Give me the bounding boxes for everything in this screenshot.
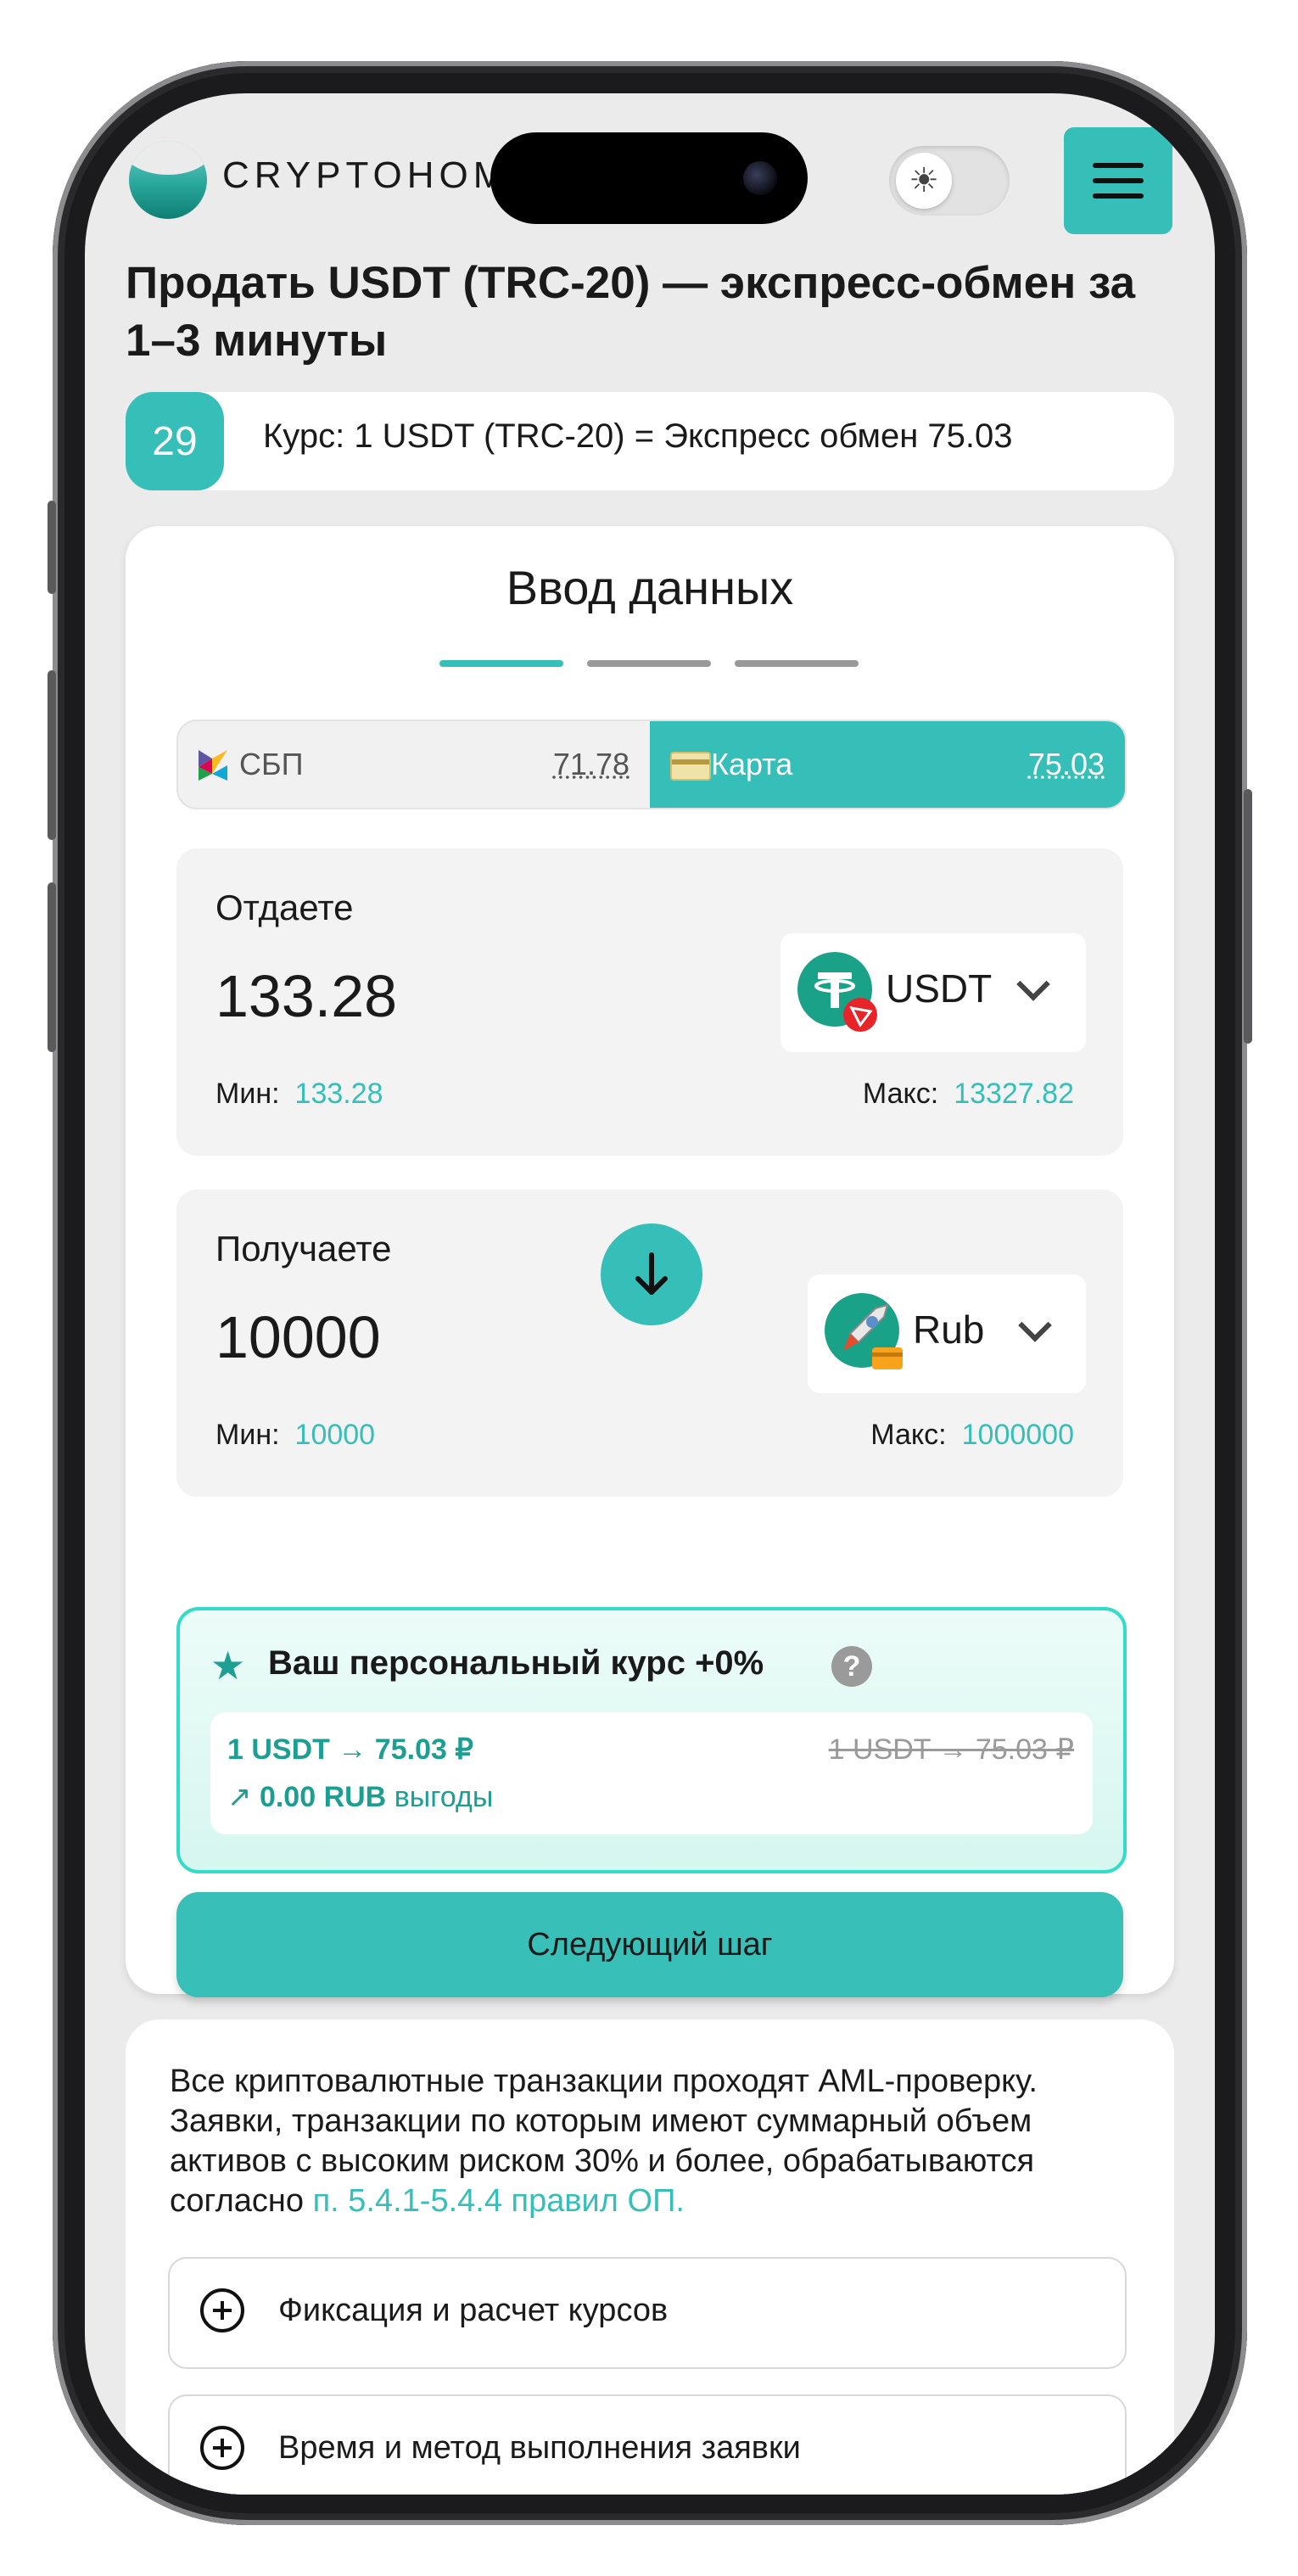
chevron-down-icon: [1018, 1308, 1052, 1342]
theme-toggle[interactable]: ☀: [889, 146, 1010, 216]
give-panel: Отдаете 133.28 USDT Мин: 133.28 Макс: 13…: [176, 848, 1123, 1156]
accordion-rates[interactable]: Фиксация и расчет курсов: [168, 2257, 1127, 2369]
phone-volume-up: [48, 670, 56, 840]
accordion-label: Фиксация и расчет курсов: [278, 2293, 669, 2328]
get-amount-input[interactable]: 10000: [215, 1303, 381, 1371]
method-rate-card: 75.03: [1027, 747, 1105, 781]
accordion-time-method[interactable]: Время и метод выполнения заявки: [168, 2394, 1127, 2495]
get-max: Макс: 1000000: [870, 1419, 1074, 1451]
method-label-sbp: СБП: [239, 747, 304, 781]
aml-notice: Все криптовалютные транзакции проходят A…: [170, 2064, 1038, 2219]
chevron-down-icon: [1016, 967, 1050, 1001]
swap-direction-button[interactable]: [601, 1224, 702, 1325]
rules-link[interactable]: п. 5.4.1-5.4.4 правил ОП.: [313, 2183, 685, 2219]
form-title: Ввод данных: [506, 561, 794, 614]
phone-side-button: [48, 501, 56, 594]
give-max: Макс: 13327.82: [862, 1078, 1074, 1110]
method-tab-sbp[interactable]: СБП 71.78: [178, 721, 650, 808]
phone-screen: CRYPTOHOME ☀ Продать USDT (TRC-20) — экс…: [85, 93, 1215, 2495]
accordion-label: Время и метод выполнения заявки: [278, 2430, 801, 2466]
front-camera: [743, 161, 777, 195]
rate-text: Курс: 1 USDT (TRC-20) = Экспресс обмен 7…: [263, 417, 1013, 455]
old-rate-value: 1 USDT → 75.03 ₽: [828, 1733, 1074, 1766]
personal-rate-title: Ваш персональный курс +0%: [268, 1644, 764, 1682]
give-label: Отдаете: [215, 888, 354, 927]
method-tab-card[interactable]: Карта 75.03: [650, 721, 1125, 808]
benefit-amount: 0.00 RUB: [259, 1781, 387, 1813]
hamburger-icon: [1093, 163, 1144, 168]
rate-bar: 29 Курс: 1 USDT (TRC-20) = Экспресс обме…: [126, 392, 1174, 490]
personal-rate-panel: ★ Ваш персональный курс +0% ? 1 USDT → 7…: [176, 1607, 1127, 1873]
rate-timer-badge: 29: [126, 392, 224, 490]
benefit-text: выгоды: [394, 1781, 494, 1813]
give-min: Мин: 133.28: [215, 1078, 383, 1110]
benefit-line: ↗ 0.00 RUB выгоды: [227, 1780, 493, 1814]
usdt-icon: [797, 952, 877, 1032]
sun-icon: ☀: [896, 153, 952, 209]
trend-up-icon: ↗: [227, 1781, 252, 1813]
step-indicator-2: [587, 660, 711, 667]
exchange-form-card: Ввод данных СБП 71.78 Карта 75.03 Отдает…: [126, 526, 1174, 1997]
menu-button[interactable]: [1064, 127, 1172, 234]
help-icon[interactable]: ?: [831, 1646, 872, 1687]
logo-icon[interactable]: [129, 141, 207, 219]
personal-rate-details: 1 USDT → 75.03 ₽ 1 USDT → 75.03 ₽ ↗ 0.00…: [210, 1712, 1093, 1834]
get-currency-label: Rub: [913, 1308, 985, 1352]
personal-rate-value: 1 USDT → 75.03 ₽: [227, 1733, 473, 1766]
step-indicator-1: [439, 660, 563, 667]
get-min: Мин: 10000: [215, 1419, 376, 1451]
method-label-card: Карта: [711, 747, 793, 781]
give-currency-select[interactable]: USDT: [780, 933, 1086, 1052]
rub-rocket-icon: [825, 1293, 903, 1369]
plus-circle-icon: [200, 2288, 244, 2332]
plus-circle-icon: [200, 2426, 244, 2470]
bank-card-icon: [670, 752, 711, 781]
give-currency-label: USDT: [886, 966, 993, 1011]
page-title: Продать USDT (TRC-20) — экспресс-обмен з…: [126, 258, 1136, 366]
arrow-down-icon: [635, 1252, 668, 1295]
method-rate-sbp: 71.78: [552, 747, 629, 781]
payment-method-tabs: СБП 71.78 Карта 75.03: [176, 720, 1127, 809]
get-label: Получаете: [215, 1229, 392, 1268]
info-card: Все криптовалютные транзакции проходят A…: [126, 2019, 1174, 2495]
get-currency-select[interactable]: Rub: [808, 1274, 1086, 1393]
step-indicator-3: [735, 660, 859, 667]
next-step-button[interactable]: Следующий шаг: [176, 1892, 1123, 1997]
phone-volume-down: [48, 882, 56, 1052]
sbp-icon: [199, 750, 227, 781]
phone-power-button: [1244, 789, 1252, 1044]
star-icon: ★: [210, 1644, 246, 1688]
give-amount-input[interactable]: 133.28: [215, 962, 397, 1030]
